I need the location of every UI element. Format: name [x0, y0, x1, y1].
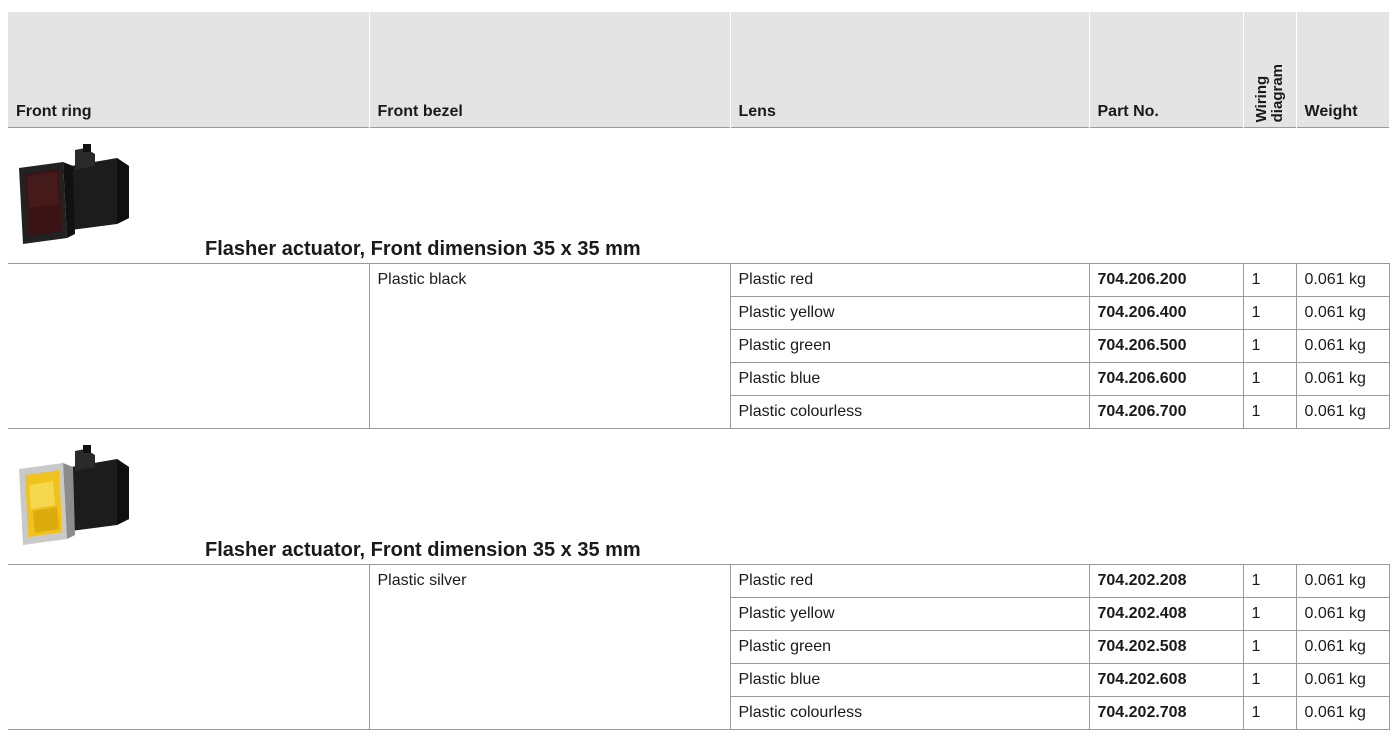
weight-cell: 0.061 kg — [1295, 262, 1390, 297]
product-table: Front ring Front bezel Lens Part No. Wir… — [8, 12, 1390, 730]
wiring-cell: 1 — [1242, 695, 1297, 730]
part-no-cell: 704.202.208 — [1088, 563, 1244, 598]
section-title: Flasher actuator, Front dimension 35 x 3… — [205, 237, 641, 260]
weight-cell: 0.061 kg — [1295, 662, 1390, 697]
wiring-cell: 1 — [1242, 328, 1297, 363]
weight-cell: 0.061 kg — [1295, 394, 1390, 429]
flasher-actuator-silver-yellow-icon — [19, 444, 129, 545]
lens-cell: Plastic blue — [729, 361, 1090, 396]
lens-cell: Plastic yellow — [729, 596, 1090, 631]
weight-cell: 0.061 kg — [1295, 563, 1390, 598]
header-weight: Weight — [1295, 12, 1389, 127]
product-table-page: Front ring Front bezel Lens Part No. Wir… — [8, 12, 1390, 730]
front-bezel-cell: Plastic silver — [368, 563, 731, 730]
part-no-cell: 704.202.408 — [1088, 596, 1244, 631]
flasher-actuator-black-red-icon — [19, 143, 129, 244]
header-front-bezel: Front bezel — [368, 12, 730, 127]
part-no-cell: 704.206.600 — [1088, 361, 1244, 396]
wiring-cell: 1 — [1242, 629, 1297, 664]
lens-cell: Plastic red — [729, 563, 1090, 598]
header-front-ring: Front ring — [8, 12, 369, 127]
wiring-cell: 1 — [1242, 394, 1297, 429]
header-lens: Lens — [729, 12, 1089, 127]
section-header: Flasher actuator, Front dimension 35 x 3… — [8, 127, 1389, 264]
section-header: Flasher actuator, Front dimension 35 x 3… — [8, 428, 1389, 565]
weight-cell: 0.061 kg — [1295, 295, 1390, 330]
header-part-no: Part No. — [1088, 12, 1243, 127]
header-wiring-diagram: Wiring diagram — [1242, 12, 1296, 127]
wiring-cell: 1 — [1242, 295, 1297, 330]
lens-cell: Plastic colourless — [729, 695, 1090, 730]
wiring-cell: 1 — [1242, 361, 1297, 396]
wiring-cell: 1 — [1242, 596, 1297, 631]
part-no-cell: 704.202.708 — [1088, 695, 1244, 730]
wiring-cell: 1 — [1242, 662, 1297, 697]
wiring-cell: 1 — [1242, 563, 1297, 598]
part-no-cell: 704.206.200 — [1088, 262, 1244, 297]
part-no-cell: 704.206.700 — [1088, 394, 1244, 429]
lens-cell: Plastic green — [729, 328, 1090, 363]
front-ring-cell — [8, 563, 370, 730]
header-wiring-diagram-label: Wiring diagram — [1252, 64, 1286, 123]
section-1: Flasher actuator, Front dimension 35 x 3… — [8, 127, 1390, 429]
weight-cell: 0.061 kg — [1295, 328, 1390, 363]
table-row: Plastic silver Plastic red 704.202.208 1… — [8, 563, 1390, 730]
part-no-cell: 704.206.400 — [1088, 295, 1244, 330]
table-row: Plastic black Plastic red 704.206.200 1 … — [8, 262, 1390, 429]
lens-cell: Plastic blue — [729, 662, 1090, 697]
part-no-cell: 704.206.500 — [1088, 328, 1244, 363]
section-title: Flasher actuator, Front dimension 35 x 3… — [205, 538, 641, 561]
lens-cell: Plastic red — [729, 262, 1090, 297]
weight-cell: 0.061 kg — [1295, 629, 1390, 664]
weight-cell: 0.061 kg — [1295, 361, 1390, 396]
front-ring-cell — [8, 262, 370, 429]
lens-cell: Plastic green — [729, 629, 1090, 664]
weight-cell: 0.061 kg — [1295, 695, 1390, 730]
lens-cell: Plastic colourless — [729, 394, 1090, 429]
weight-cell: 0.061 kg — [1295, 596, 1390, 631]
part-no-cell: 704.202.508 — [1088, 629, 1244, 664]
section-2: Flasher actuator, Front dimension 35 x 3… — [8, 428, 1390, 730]
lens-cell: Plastic yellow — [729, 295, 1090, 330]
part-no-cell: 704.202.608 — [1088, 662, 1244, 697]
wiring-cell: 1 — [1242, 262, 1297, 297]
front-bezel-cell: Plastic black — [368, 262, 731, 429]
table-header: Front ring Front bezel Lens Part No. Wir… — [8, 12, 1389, 127]
